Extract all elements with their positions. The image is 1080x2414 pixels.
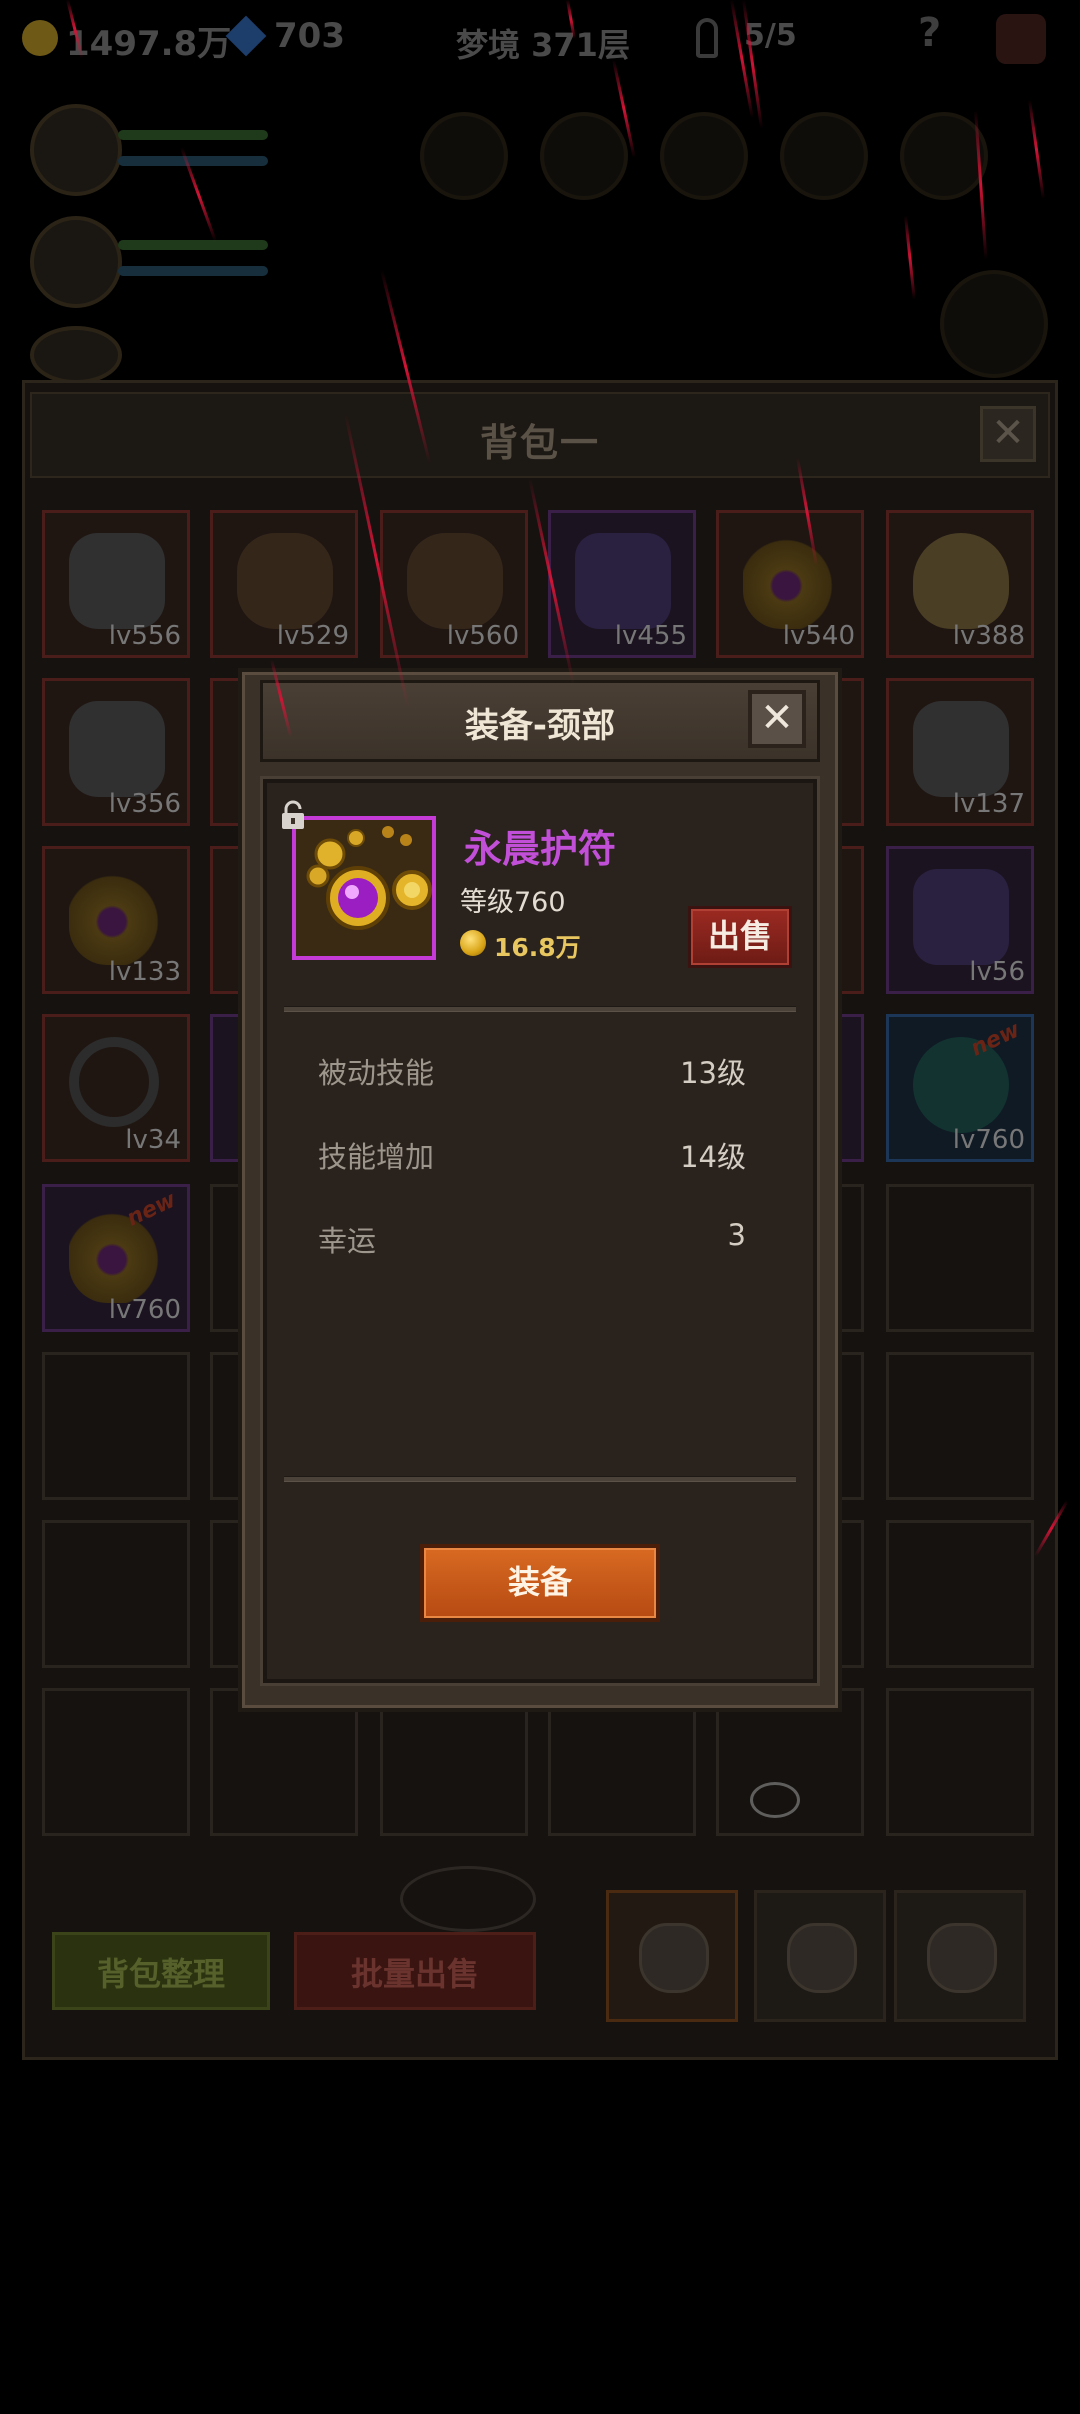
- equipment-icon: [69, 869, 165, 965]
- gift-icon[interactable]: [996, 14, 1046, 64]
- equipment-icon: [743, 533, 839, 629]
- skill-icon[interactable]: [540, 112, 628, 200]
- slot-level: lv34: [125, 1125, 181, 1155]
- equipment-icon: [69, 533, 165, 629]
- slot-level: lv560: [446, 621, 519, 651]
- gold-coin-icon: [22, 20, 58, 56]
- inventory-slot[interactable]: lv560: [380, 510, 528, 658]
- equipment-icon: [237, 533, 333, 629]
- skill-icon[interactable]: [420, 112, 508, 200]
- backpack-icon: [927, 1923, 997, 1993]
- lock-icon[interactable]: [280, 800, 306, 830]
- slot-level: lv388: [952, 621, 1025, 651]
- gem-amount: 703: [274, 16, 345, 56]
- close-icon[interactable]: ✕: [980, 406, 1036, 462]
- inventory-slot[interactable]: lv529: [210, 510, 358, 658]
- inventory-slot[interactable]: lv455: [548, 510, 696, 658]
- item-level: 等级760: [460, 887, 566, 918]
- bag-tab-3[interactable]: [894, 1890, 1026, 2022]
- bag-tab-1[interactable]: [606, 1890, 738, 2022]
- slot-level: lv356: [108, 789, 181, 819]
- slot-level: lv540: [782, 621, 855, 651]
- question-icon[interactable]: ?: [918, 10, 941, 56]
- equipment-icon: [913, 869, 1009, 965]
- equip-button[interactable]: 装备: [420, 1544, 660, 1622]
- inventory-slot[interactable]: lv34: [42, 1014, 190, 1162]
- hero-hp-bar: [118, 240, 268, 250]
- hero-mp-bar: [118, 266, 268, 276]
- slot-level: lv455: [614, 621, 687, 651]
- gem-icon: [225, 15, 267, 57]
- equipment-icon: [407, 533, 503, 629]
- empty-inventory-slot[interactable]: [42, 1352, 190, 1500]
- equipment-icon: [69, 701, 165, 797]
- slot-level: lv133: [108, 957, 181, 987]
- inventory-slot[interactable]: lv137: [886, 678, 1034, 826]
- sell-button[interactable]: 出售: [688, 906, 792, 968]
- stat-value-skill-bonus: 14级: [680, 1140, 746, 1174]
- stat-label-passive-skill: 被动技能: [318, 1056, 435, 1090]
- bag-tab-2[interactable]: [754, 1890, 886, 2022]
- slot-level: lv556: [108, 621, 181, 651]
- inventory-slot[interactable]: lv388: [886, 510, 1034, 658]
- hero-portrait[interactable]: [30, 326, 122, 384]
- slot-level: lv529: [276, 621, 349, 651]
- close-icon[interactable]: ✕: [748, 690, 806, 748]
- backpack-icon: [639, 1923, 709, 1993]
- swirl-decoration: [750, 1782, 800, 1818]
- floor-label[interactable]: 梦境 371层: [456, 20, 630, 66]
- empty-inventory-slot[interactable]: [886, 1184, 1034, 1332]
- slot-level: lv760: [952, 1125, 1025, 1155]
- equipment-icon: [575, 533, 671, 629]
- gold-amount: 1497.8万: [66, 24, 232, 64]
- rain-streak: [1028, 99, 1045, 200]
- inventory-slot[interactable]: new lv760: [42, 1184, 190, 1332]
- divider: [284, 1006, 796, 1012]
- coin-icon: [460, 930, 486, 956]
- key-icon: [696, 18, 718, 58]
- empty-inventory-slot[interactable]: [42, 1688, 190, 1836]
- slot-level: lv760: [108, 1295, 181, 1325]
- top-hud: 1497.8万 703 梦境 371层 5/5 ?: [0, 0, 1080, 80]
- slot-level: lv56: [969, 957, 1025, 987]
- equipment-icon: [913, 701, 1009, 797]
- sort-bag-button[interactable]: 背包整理: [52, 1932, 270, 2010]
- stat-value-luck: 3: [727, 1218, 746, 1252]
- boss-portrait[interactable]: [940, 270, 1048, 378]
- item-name: 永晨护符: [464, 827, 617, 871]
- inventory-slot[interactable]: lv56: [886, 846, 1034, 994]
- bulk-sell-button[interactable]: 批量出售: [294, 1932, 536, 2010]
- divider: [284, 1476, 796, 1482]
- empty-inventory-slot[interactable]: [886, 1688, 1034, 1836]
- key-count: 5/5: [744, 18, 797, 53]
- stat-value-passive-skill: 13级: [680, 1056, 746, 1090]
- empty-inventory-slot[interactable]: [42, 1520, 190, 1668]
- backpack-title: 背包一: [479, 421, 600, 465]
- empty-inventory-slot[interactable]: [886, 1520, 1034, 1668]
- item-portrait: [292, 816, 436, 960]
- inventory-slot[interactable]: lv356: [42, 678, 190, 826]
- hero-hp-bar: [118, 130, 268, 140]
- slot-level: lv137: [952, 789, 1025, 819]
- stat-label-skill-bonus: 技能增加: [318, 1140, 435, 1174]
- rain-streak: [904, 215, 916, 300]
- skill-icon[interactable]: [780, 112, 868, 200]
- inventory-slot[interactable]: lv556: [42, 510, 190, 658]
- hero-portrait[interactable]: [30, 104, 122, 196]
- amulet-icon: [306, 826, 432, 930]
- hero-mp-bar: [118, 156, 268, 166]
- equipment-icon: [69, 1037, 159, 1127]
- swirl-decoration: [400, 1866, 536, 1932]
- empty-inventory-slot[interactable]: [886, 1352, 1034, 1500]
- hero-portrait[interactable]: [30, 216, 122, 308]
- inventory-slot[interactable]: new lv760: [886, 1014, 1034, 1162]
- inventory-slot[interactable]: lv540: [716, 510, 864, 658]
- inventory-slot[interactable]: lv133: [42, 846, 190, 994]
- equipment-icon: [913, 533, 1009, 629]
- stat-label-luck: 幸运: [318, 1224, 377, 1258]
- item-price: 16.8万: [494, 933, 581, 962]
- skill-icon[interactable]: [660, 112, 748, 200]
- backpack-icon: [787, 1923, 857, 1993]
- dialog-title: 装备-颈部: [464, 706, 616, 746]
